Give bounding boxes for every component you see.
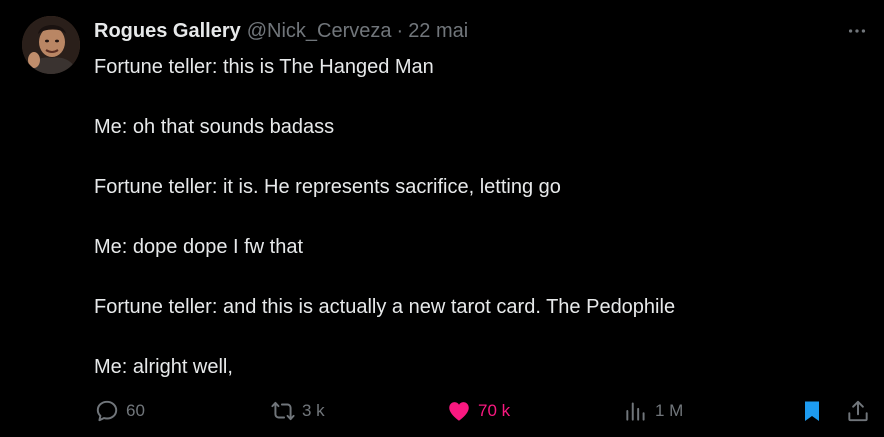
views-button[interactable]: 1 M	[623, 396, 683, 426]
views-icon	[626, 402, 645, 421]
more-icon	[848, 29, 866, 33]
tweet-line: Fortune teller: this is The Hanged Man	[94, 56, 434, 78]
reply-button[interactable]: 60	[94, 396, 145, 426]
repost-button[interactable]: 3 k	[270, 396, 325, 426]
tweet-line: Fortune teller: it is. He represents sac…	[94, 176, 561, 198]
repost-count: 3 k	[302, 401, 325, 420]
share-icon	[848, 400, 868, 422]
views-count: 1 M	[655, 401, 684, 420]
tweet-date[interactable]: 22 mai	[408, 20, 468, 43]
tweet: Rogues Gallery @Nick_Cerveza · 22 mai Fo…	[0, 0, 884, 437]
repost-icon	[271, 401, 295, 421]
tweet-text: Fortune teller: this is The Hanged Man M…	[94, 52, 854, 382]
tweet-line: Me: alright well,	[94, 356, 233, 378]
header-separator: ·	[396, 19, 404, 42]
like-count: 70 k	[478, 401, 511, 420]
reply-icon	[96, 400, 118, 422]
tweet-line: Fortune teller: and this is actually a n…	[94, 296, 676, 318]
avatar-image	[22, 16, 80, 74]
action-bar: 60 3 k 70 k 1 M	[0, 396, 884, 426]
tweet-line: Me: dope dope I fw that	[94, 236, 304, 258]
reply-count: 60	[126, 401, 145, 420]
share-button[interactable]	[845, 396, 871, 426]
more-button[interactable]	[844, 18, 870, 44]
tweet-header: Rogues Gallery @Nick_Cerveza · 22 mai	[94, 18, 468, 44]
author-display-name[interactable]: Rogues Gallery	[94, 20, 241, 43]
avatar[interactable]	[22, 16, 80, 74]
heart-icon	[449, 402, 469, 421]
bookmark-icon	[805, 401, 819, 421]
like-button[interactable]: 70 k	[446, 396, 510, 426]
tweet-line: Me: oh that sounds badass	[94, 116, 335, 138]
bookmark-button[interactable]	[800, 396, 824, 426]
author-handle[interactable]: @Nick_Cerveza	[247, 20, 392, 43]
